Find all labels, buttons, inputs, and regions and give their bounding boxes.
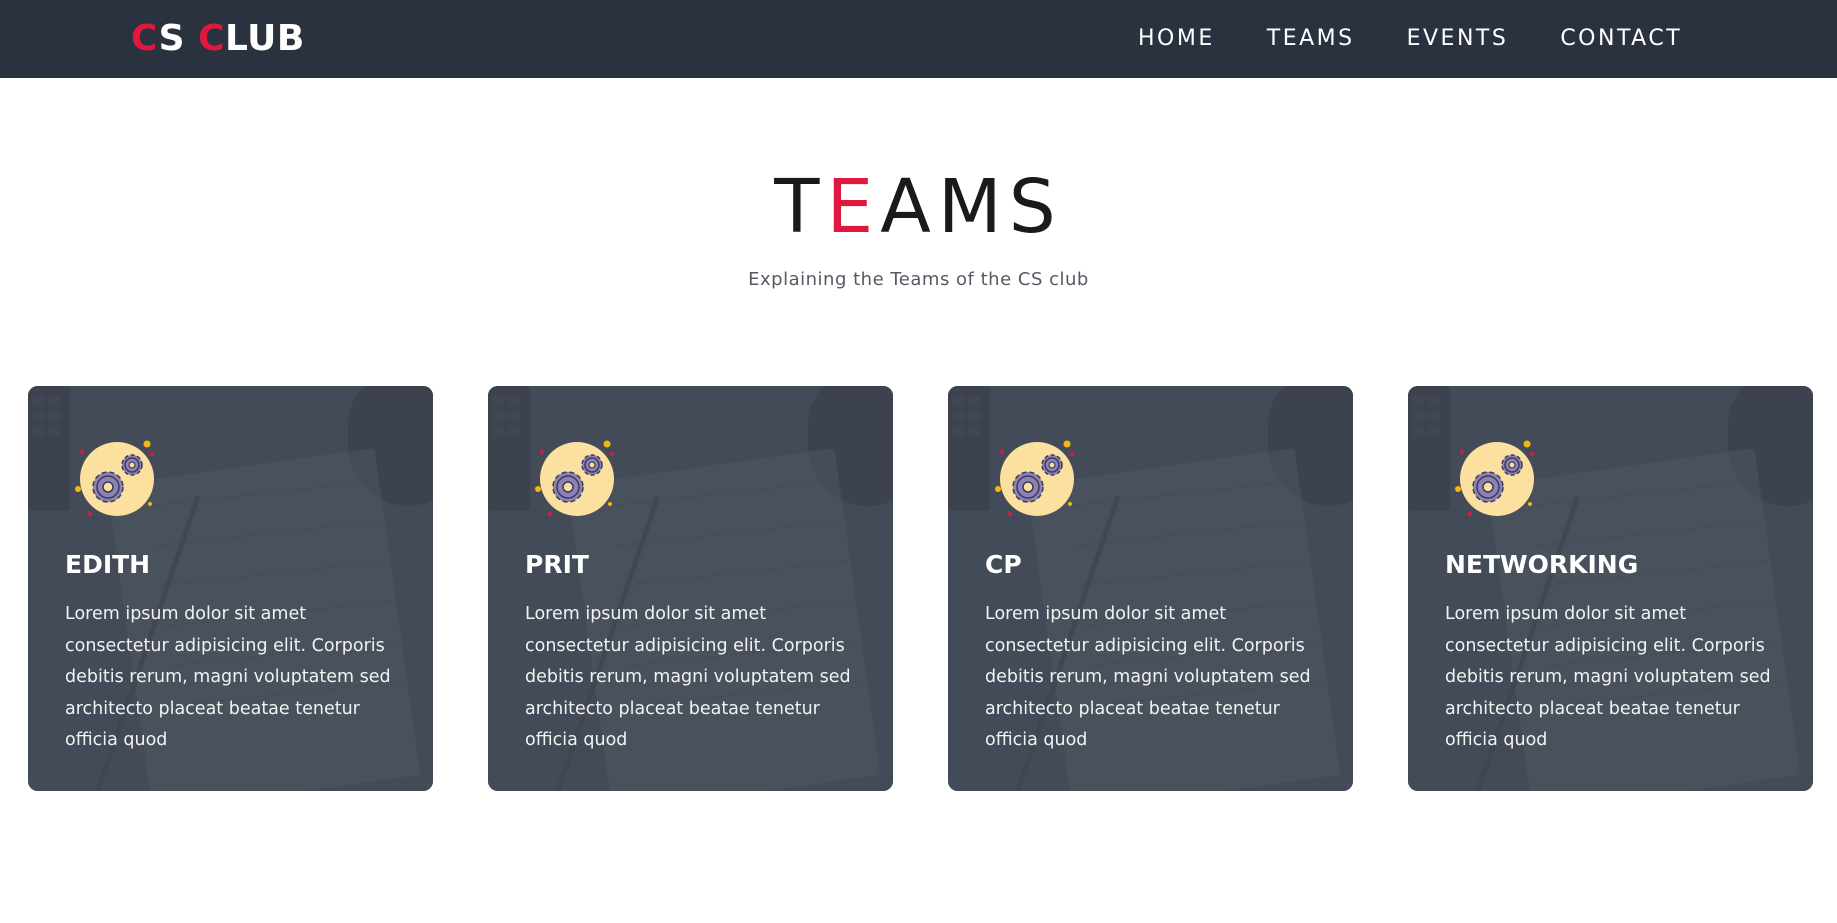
- section-title: TEAMS: [0, 162, 1837, 252]
- logo-text-s: S: [158, 18, 199, 59]
- card-description: Lorem ipsum dolor sit amet consectetur a…: [525, 604, 851, 750]
- nav-link-events[interactable]: EVENTS: [1407, 24, 1509, 54]
- logo-text-lub: LUB: [224, 18, 305, 59]
- gears-icon: [75, 440, 154, 516]
- card-title: CP: [985, 550, 1022, 579]
- team-cards: EDITH Lorem ipsum dolor sit amet consect…: [28, 386, 1815, 791]
- gears-icon: [995, 440, 1074, 516]
- title-start: T: [774, 164, 827, 250]
- title-end: AMS: [880, 164, 1063, 250]
- card-title: EDITH: [65, 550, 151, 579]
- gears-icon: [1455, 440, 1534, 516]
- team-card-edith[interactable]: EDITH Lorem ipsum dolor sit amet consect…: [28, 386, 433, 791]
- card-description: Lorem ipsum dolor sit amet consectetur a…: [1445, 604, 1771, 750]
- logo-accent-c1: C: [131, 18, 159, 59]
- gears-icon: [535, 440, 614, 516]
- navbar: CS CLUB HOME TEAMS EVENTS CONTACT: [0, 0, 1837, 78]
- nav-link-teams[interactable]: TEAMS: [1267, 24, 1355, 54]
- card-title: PRIT: [525, 550, 589, 579]
- logo-accent-c2: C: [198, 18, 225, 59]
- logo[interactable]: CS CLUB: [131, 18, 305, 60]
- section-subtitle: Explaining the Teams of the CS club: [748, 269, 1089, 290]
- card-description: Lorem ipsum dolor sit amet consectetur a…: [65, 604, 391, 750]
- team-card-cp[interactable]: CP Lorem ipsum dolor sit amet consectetu…: [948, 386, 1353, 791]
- nav-links: HOME TEAMS EVENTS CONTACT: [1138, 24, 1682, 54]
- team-card-prit[interactable]: PRIT Lorem ipsum dolor sit amet consecte…: [488, 386, 893, 791]
- nav-link-contact[interactable]: CONTACT: [1560, 24, 1682, 54]
- title-accent: E: [826, 164, 881, 250]
- card-title: NETWORKING: [1445, 550, 1639, 579]
- card-description: Lorem ipsum dolor sit amet consectetur a…: [985, 604, 1311, 750]
- nav-link-home[interactable]: HOME: [1138, 24, 1215, 54]
- team-card-networking[interactable]: NETWORKING Lorem ipsum dolor sit amet co…: [1408, 386, 1813, 791]
